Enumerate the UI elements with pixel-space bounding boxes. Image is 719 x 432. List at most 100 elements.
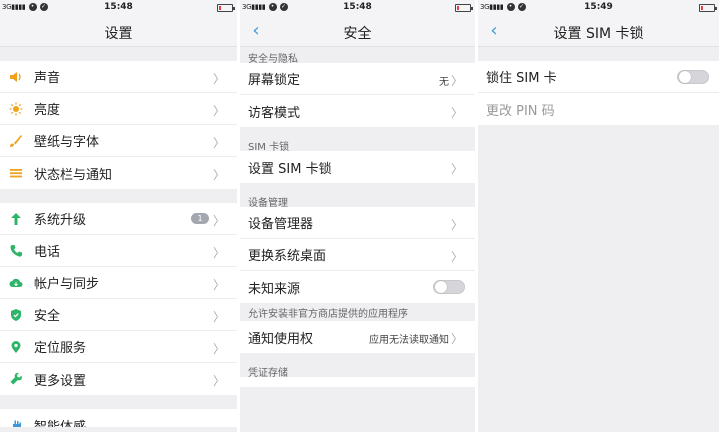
lock-sim-item: 锁住 SIM 卡 [478,61,719,93]
page-title: 设置 [104,26,133,42]
settings-item-label: 亮度 [34,103,61,118]
title-bar: ‹ 安全 [240,16,475,47]
settings-item-location[interactable]: 定位服务 〉 [0,331,237,363]
page-title: 设置 SIM 卡锁 [553,26,644,42]
toggle-knob [435,281,447,293]
settings-item-smart-motion[interactable]: 智能体感 [0,409,237,427]
section-header: SIM 卡锁 [248,142,290,153]
chevron-right-icon: 〉 [212,72,225,86]
status-bar: 3G▮▮▮▮ • ✓ 15:48 [0,0,237,16]
chevron-right-icon: 〉 [212,136,225,150]
update-count-badge: 1 [191,213,209,224]
change-launcher-item[interactable]: 更换系统桌面 〉 [240,239,475,271]
settings-item-label: 系统升级 [34,213,87,228]
cloud-sync-icon [8,275,24,291]
settings-item-label: 帐户与同步 [34,277,100,292]
chevron-right-icon: 〉 [450,218,463,232]
brush-icon [8,133,24,149]
shield-icon [8,307,24,323]
settings-item-sound[interactable]: 声音 〉 [0,61,237,93]
chevron-right-icon: 〉 [212,168,225,182]
settings-screen: 3G▮▮▮▮ • ✓ 15:48 设置 声音 〉 亮度 〉 壁纸与字体 〉 状态… [0,0,237,432]
security-screen: 3G▮▮▮▮ • ✓ 15:48 ‹ 安全 安全与隐私 屏幕锁定 无 〉 访客模… [240,0,475,432]
chevron-right-icon: 〉 [450,162,463,176]
chevron-right-icon: 〉 [212,310,225,324]
chevron-right-icon: 〉 [212,278,225,292]
phone-icon [8,243,24,259]
settings-item-label: 定位服务 [34,341,87,356]
battery-icon [217,4,235,12]
item-label: 屏幕锁定 [248,73,301,88]
item-label: 通知使用权 [248,331,314,347]
battery-icon [455,4,473,12]
section-header: 凭证存储 [248,368,288,379]
item-label: 未知来源 [248,281,301,297]
chevron-right-icon: 〉 [212,104,225,118]
lock-sim-toggle[interactable] [677,70,709,84]
unknown-sources-item: 未知来源 [240,271,475,303]
title-bar: ‹ 设置 SIM 卡锁 [478,16,719,47]
unknown-sources-toggle[interactable] [433,280,465,294]
settings-item-security[interactable]: 安全 〉 [0,299,237,331]
chevron-right-icon: 〉 [450,332,463,346]
privacy-group: 屏幕锁定 无 〉 访客模式 〉 [240,63,475,127]
item-value: 无 [439,77,449,88]
settings-item-label: 智能体感 [34,419,87,428]
chevron-right-icon: 〉 [212,246,225,260]
status-time: 15:49 [584,2,613,12]
settings-group-display: 声音 〉 亮度 〉 壁纸与字体 〉 状态栏与通知 〉 [0,61,237,189]
settings-item-label: 壁纸与字体 [34,135,100,150]
notification-access-item[interactable]: 通知使用权 应用无法读取通知 〉 [240,321,475,353]
title-bar: 设置 [0,16,237,47]
unknown-sources-description: 允许安装非官方商店提供的应用程序 [248,309,408,320]
settings-item-label: 状态栏与通知 [34,167,113,183]
section-header: 设备管理 [248,198,288,209]
item-label: 更换系统桌面 [248,249,327,264]
chevron-right-icon: 〉 [212,374,225,388]
status-bar: 3G▮▮▮▮ • ✓ 15:48 [240,0,475,16]
chevron-right-icon: 〉 [212,342,225,356]
location-pin-icon [8,339,24,355]
wrench-icon [8,371,24,387]
status-time: 15:48 [343,2,372,12]
sun-icon [8,101,24,117]
settings-item-statusbar[interactable]: 状态栏与通知 〉 [0,157,237,189]
settings-item-label: 声音 [34,71,61,86]
sim-lock-options: 锁住 SIM 卡 更改 PIN 码 [478,61,719,125]
settings-item-wallpaper[interactable]: 壁纸与字体 〉 [0,125,237,157]
settings-item-brightness[interactable]: 亮度 〉 [0,93,237,125]
settings-item-more[interactable]: 更多设置 〉 [0,363,237,395]
item-label: 设置 SIM 卡锁 [248,161,332,177]
section-header: 安全与隐私 [248,54,298,65]
chevron-right-icon: 〉 [212,214,225,228]
device-management-group: 设备管理器 〉 更换系统桌面 〉 未知来源 [240,207,475,303]
settings-item-label: 安全 [34,309,61,324]
hand-gesture-icon [8,417,24,427]
toggle-knob [679,71,691,83]
item-label: 访客模式 [248,105,301,121]
settings-item-phone[interactable]: 电话 〉 [0,235,237,267]
status-time: 15:48 [104,2,133,12]
change-pin-item[interactable]: 更改 PIN 码 [478,93,719,125]
guest-mode-item[interactable]: 访客模式 〉 [240,95,475,127]
settings-group-smart: 智能体感 [0,409,237,427]
item-label: 设备管理器 [248,217,314,232]
notification-access-group: 通知使用权 应用无法读取通知 〉 [240,321,475,353]
settings-group-system: 系统升级 1 〉 电话 〉 帐户与同步 〉 安全 〉 定位服务 〉 更多设置 〉 [0,203,237,395]
item-value: 应用无法读取通知 [369,335,449,346]
status-bar: 3G▮▮▮▮ • ✓ 15:49 [478,0,719,16]
chevron-right-icon: 〉 [450,74,463,88]
arrow-up-icon [8,211,24,227]
battery-icon [699,4,717,12]
chevron-right-icon: 〉 [450,106,463,120]
settings-item-accounts[interactable]: 帐户与同步 〉 [0,267,237,299]
sim-lock-group: 设置 SIM 卡锁 〉 [240,151,475,183]
page-title: 安全 [343,26,372,42]
speaker-icon [8,69,24,85]
settings-item-system-upgrade[interactable]: 系统升级 1 〉 [0,203,237,235]
screen-lock-item[interactable]: 屏幕锁定 无 〉 [240,63,475,95]
item-label: 更改 PIN 码 [486,103,555,119]
set-sim-lock-item[interactable]: 设置 SIM 卡锁 〉 [240,151,475,183]
device-admin-item[interactable]: 设备管理器 〉 [240,207,475,239]
settings-item-label: 电话 [34,245,61,260]
